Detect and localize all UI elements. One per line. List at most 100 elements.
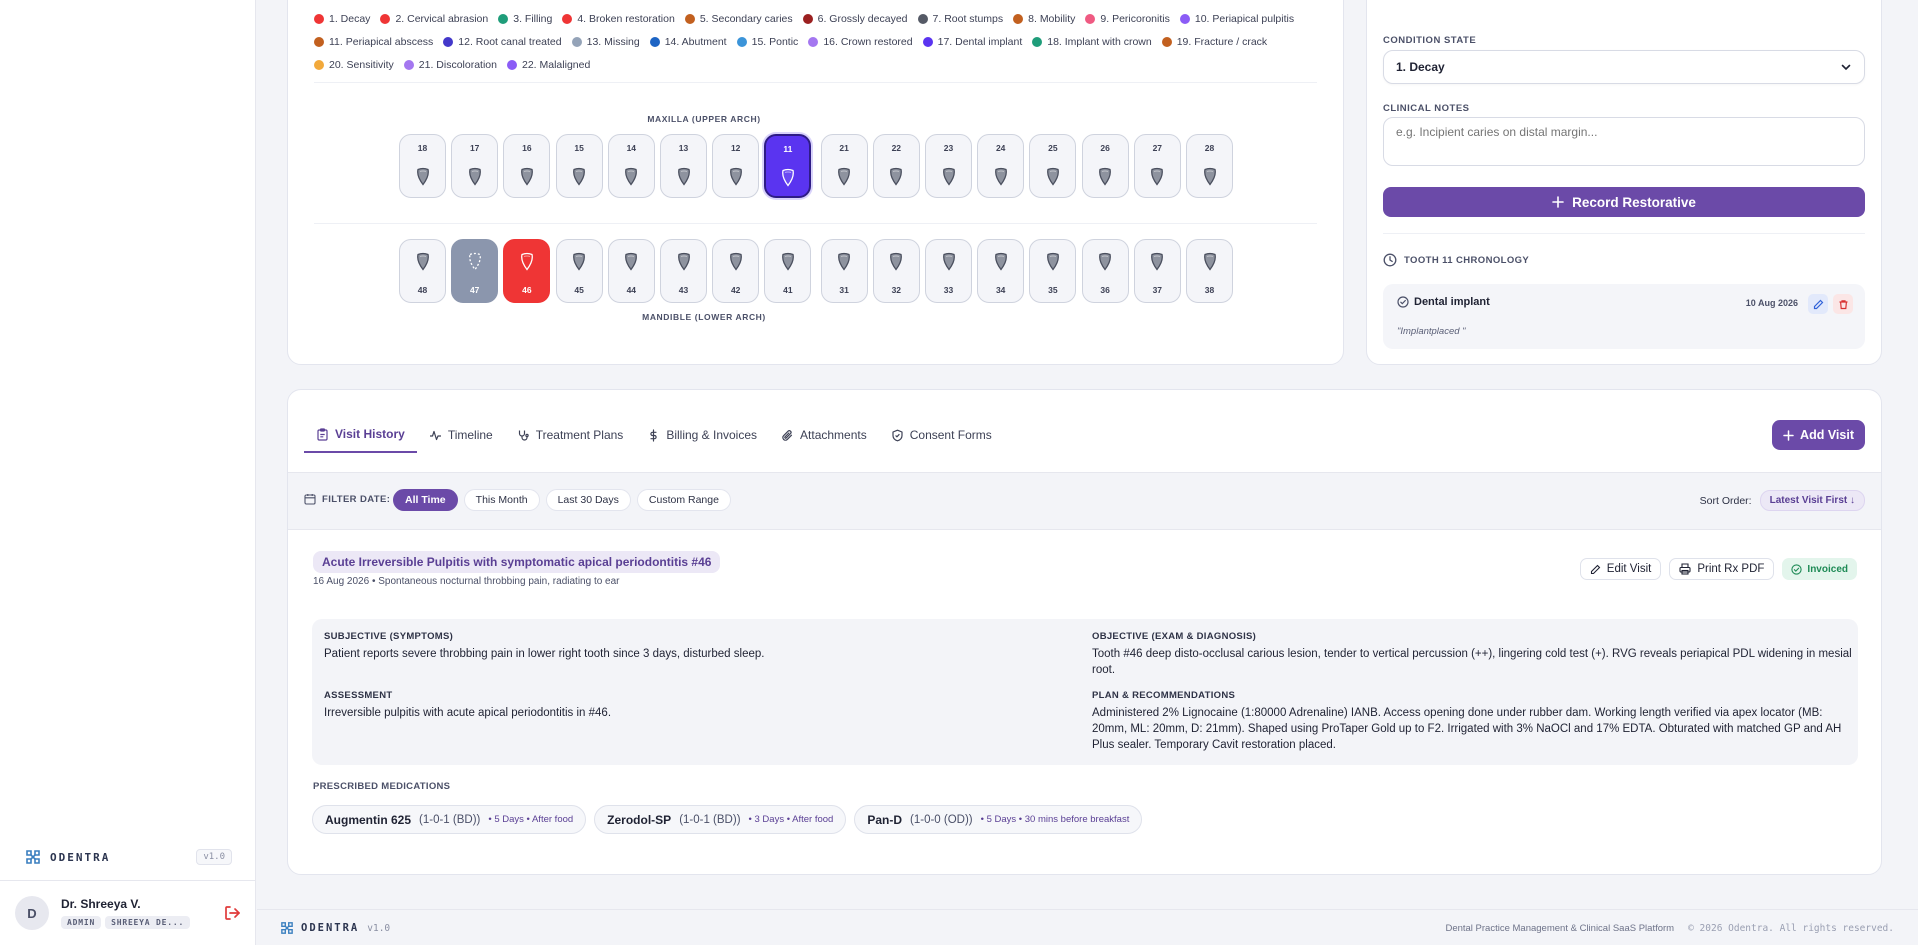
tooth-38[interactable]: 38 [1186, 239, 1233, 303]
tooth-number: 34 [995, 285, 1006, 295]
legend-item: 18. Implant with crown [1032, 35, 1152, 49]
tooth-23[interactable]: 23 [925, 134, 972, 198]
tooth-icon [1097, 167, 1113, 186]
tooth-41[interactable]: 41 [764, 239, 812, 303]
tooth-43[interactable]: 43 [660, 239, 707, 303]
tab-billing-invoices[interactable]: Billing & Invoices [635, 417, 769, 453]
upper-arch-label: MAXILLA (UPPER ARCH) [647, 114, 761, 124]
tooth-15[interactable]: 15 [555, 134, 603, 198]
tooth-28[interactable]: 28 [1186, 134, 1233, 198]
tooth-31[interactable]: 31 [820, 239, 868, 303]
legend-label: 9. Pericoronitis [1100, 13, 1170, 25]
tooth-number: 32 [891, 285, 902, 295]
chronology-entry: Dental implant 10 Aug 2026 "Implantplace… [1383, 284, 1865, 349]
tooth-46[interactable]: 46 [503, 239, 551, 303]
sort-order-select[interactable]: Latest Visit First ↓ [1759, 490, 1865, 511]
tooth-number: 11 [783, 144, 793, 154]
tooth-14[interactable]: 14 [607, 134, 655, 198]
tooth-18[interactable]: 18 [399, 134, 446, 198]
filter-this-month[interactable]: This Month [463, 489, 540, 511]
legend-item: 22. Malaligned [507, 58, 590, 72]
medications-heading: PRESCRIBED MEDICATIONS [313, 781, 451, 792]
medication-info: • 5 Days • 30 mins before breakfast [980, 814, 1130, 825]
tooth-detail-panel: CONDITION STATE 1. Decay CLINICAL NOTES … [1366, 0, 1882, 365]
filter-last-30-days[interactable]: Last 30 Days [545, 489, 631, 511]
tooth-24[interactable]: 24 [977, 134, 1025, 198]
legend-label: 15. Pontic [751, 36, 799, 48]
edit-entry-button[interactable] [1808, 294, 1828, 314]
tooth-47[interactable]: 47 [451, 239, 499, 303]
tab-consent-forms[interactable]: Consent Forms [879, 417, 1004, 453]
avatar[interactable]: D [15, 896, 49, 930]
legend-item: 6. Grossly decayed [802, 12, 908, 26]
medication-item: Augmentin 625 (1-0-1 (BD)) • 5 Days • Af… [312, 805, 587, 834]
brand-name: ODENTRA [50, 850, 111, 864]
tooth-number: 31 [839, 285, 849, 295]
medication-info: • 3 Days • After food [748, 814, 834, 825]
legend-label: 13. Missing [586, 36, 640, 48]
check-circle-icon [1791, 563, 1803, 575]
legend-item: 8. Mobility [1013, 12, 1075, 26]
tooth-37[interactable]: 37 [1133, 239, 1181, 303]
delete-entry-button[interactable] [1833, 294, 1853, 314]
tooth-icon [467, 167, 483, 186]
tooth-36[interactable]: 36 [1081, 239, 1129, 303]
tab-label: Timeline [447, 428, 493, 442]
tooth-34[interactable]: 34 [977, 239, 1025, 303]
edit-visit-button[interactable]: Edit Visit [1579, 558, 1662, 580]
tooth-48[interactable]: 48 [399, 239, 446, 303]
tooth-25[interactable]: 25 [1029, 134, 1077, 198]
tab-timeline[interactable]: Timeline [417, 417, 505, 453]
legend-label: 2. Cervical abrasion [395, 13, 489, 25]
legend-color-swatch [498, 14, 509, 24]
tooth-icon [676, 167, 692, 186]
tooth-21[interactable]: 21 [820, 134, 868, 198]
condition-state-select[interactable]: 1. Decay [1383, 50, 1865, 84]
tooth-16[interactable]: 16 [503, 134, 551, 198]
sort-label: Sort Order: [1699, 494, 1752, 507]
tooth-12[interactable]: 12 [712, 134, 760, 198]
tab-treatment-plans[interactable]: Treatment Plans [505, 417, 636, 453]
legend-item: 2. Cervical abrasion [380, 12, 488, 26]
visit-meta: 16 Aug 2026 • Spontaneous nocturnal thro… [313, 576, 620, 587]
tooth-42[interactable]: 42 [712, 239, 760, 303]
tooth-26[interactable]: 26 [1081, 134, 1129, 198]
medication-dose: (1-0-1 (BD)) [679, 813, 741, 826]
print-rx-button[interactable]: Print Rx PDF [1669, 558, 1775, 580]
legend-item: 13. Missing [571, 35, 640, 49]
tooth-17[interactable]: 17 [451, 134, 499, 198]
legend-color-swatch [314, 37, 324, 47]
tab-attachments[interactable]: Attachments [769, 417, 879, 453]
tooth-44[interactable]: 44 [607, 239, 655, 303]
tab-visit-history[interactable]: Visit History [304, 417, 417, 453]
tooth-icon [623, 167, 639, 186]
tooth-number: 44 [626, 285, 637, 295]
dental-chart-card: 1. Decay 2. Cervical abrasion 3. Filling 4.… [287, 0, 1344, 365]
legend-item: 4. Broken restoration [562, 12, 675, 26]
tooth-icon [836, 167, 852, 186]
tooth-number: 26 [1100, 143, 1110, 153]
sidebar-brand[interactable]: ODENTRA v1.0 [26, 849, 232, 865]
clinical-notes-input[interactable] [1383, 117, 1865, 166]
tooth-22[interactable]: 22 [872, 134, 920, 198]
filter-all-time[interactable]: All Time [393, 489, 458, 511]
tooth-number: 27 [1152, 143, 1163, 153]
legend-color-swatch [507, 60, 517, 70]
tooth-45[interactable]: 45 [555, 239, 603, 303]
tooth-33[interactable]: 33 [925, 239, 972, 303]
shield-check-icon [892, 429, 903, 441]
tooth-icon [993, 167, 1009, 186]
tooth-number: 17 [469, 143, 480, 153]
tooth-13[interactable]: 13 [660, 134, 707, 198]
filter-custom-range[interactable]: Custom Range [636, 489, 731, 511]
status-badge: Invoiced [1782, 558, 1857, 580]
record-restorative-button[interactable]: Record Restorative [1383, 187, 1865, 217]
add-visit-button[interactable]: Add Visit [1772, 420, 1865, 450]
tooth-32[interactable]: 32 [872, 239, 920, 303]
tooth-11[interactable]: 11 [764, 134, 812, 198]
logout-icon[interactable] [223, 904, 241, 922]
trash-icon [1839, 299, 1847, 309]
tooth-icon [728, 167, 744, 186]
tooth-35[interactable]: 35 [1029, 239, 1077, 303]
tooth-27[interactable]: 27 [1133, 134, 1181, 198]
